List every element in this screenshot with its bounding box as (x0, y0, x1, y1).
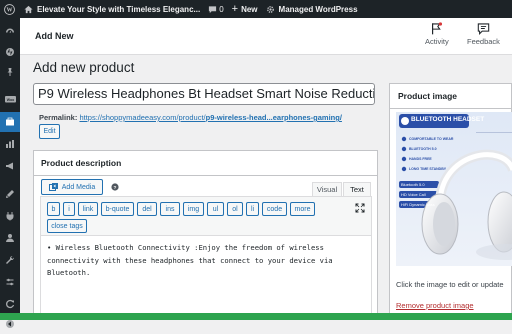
activity-button[interactable]: Activity (425, 22, 449, 46)
permalink-link[interactable]: https://shoppymadeeasy.com/product/p9-wi… (79, 113, 341, 122)
wordpress-logo-icon[interactable]: W (0, 0, 20, 18)
permalink-label: Permalink: (39, 113, 78, 122)
media-icon (48, 182, 58, 191)
svg-text:W: W (6, 7, 12, 13)
quicktag-li[interactable]: li (246, 202, 259, 216)
tab-visual[interactable]: Visual (312, 182, 342, 196)
feedback-icon (477, 23, 490, 35)
tools-icon[interactable] (0, 250, 20, 270)
product-image-hint: Click the image to edit or update (396, 280, 504, 289)
new-content-link[interactable]: + New (228, 0, 262, 18)
quicktag-del[interactable]: del (137, 202, 157, 216)
home-icon (24, 5, 33, 13)
dashboard-icon[interactable] (0, 22, 20, 42)
quicktag-ul[interactable]: ul (207, 202, 224, 216)
products-icon[interactable] (0, 112, 20, 132)
add-media-button[interactable]: Add Media (41, 179, 103, 195)
comments-link[interactable]: 0 (204, 0, 227, 18)
product-description-box: Product description Add Media ? Visual T… (33, 150, 378, 320)
image-title-text: BLUETOOTH HEADSET (411, 116, 485, 123)
gear-icon (266, 5, 274, 13)
svg-text:?: ? (114, 185, 117, 191)
plus-icon: + (231, 2, 239, 15)
pin-icon[interactable] (0, 62, 20, 82)
quicktag-b[interactable]: b (47, 202, 60, 216)
product-title-input[interactable]: P9 Wireless Headphones Bt Headset Smart … (33, 83, 375, 105)
sync-icon[interactable] (0, 294, 20, 314)
help-icon[interactable]: ? (111, 183, 119, 191)
flag-icon (432, 22, 443, 35)
jetpack-icon[interactable] (0, 42, 20, 62)
permalink-edit-button[interactable]: Edit (39, 124, 60, 139)
product-image-heading: Product image (390, 84, 511, 109)
permalink-slug: p9-wireless-head...earphones-gaming/ (205, 113, 342, 122)
site-name: Elevate Your Style with Timeless Eleganc… (37, 4, 201, 14)
page-title: Add new product (33, 60, 135, 75)
quicktag-code[interactable]: code (262, 202, 287, 216)
users-icon[interactable] (0, 228, 20, 248)
quicktags-toolbar: b i link b-quote del ins img ul ol li co… (40, 196, 372, 236)
image-tag-2: HD Voice Call (401, 192, 426, 197)
quicktag-b-quote[interactable]: b-quote (101, 202, 134, 216)
quicktag-more[interactable]: more (290, 202, 315, 216)
product-description-heading: Product description (34, 151, 377, 176)
bottom-status-strip (0, 313, 512, 320)
activity-label: Activity (425, 37, 449, 46)
tab-text[interactable]: Text (343, 182, 371, 196)
quicktag-img[interactable]: img (183, 202, 204, 216)
quicktag-link[interactable]: link (78, 202, 98, 216)
image-feature-2: BLUETOOTH 5.0 (409, 147, 437, 151)
new-label: New (241, 4, 258, 14)
plugins-icon[interactable] (0, 206, 20, 226)
settings-icon[interactable] (0, 272, 20, 292)
svg-text:Woo: Woo (6, 98, 14, 102)
header-title: Add New (35, 31, 74, 41)
fullscreen-icon[interactable] (355, 203, 365, 213)
header-bar: Add New Activity Feedback (20, 18, 512, 55)
remove-product-image-link[interactable]: Remove product image (396, 301, 474, 310)
admin-bar: W Elevate Your Style with Timeless Elega… (0, 0, 512, 18)
permalink-base: https://shoppymadeeasy.com/product/ (79, 113, 206, 122)
megaphone-icon[interactable] (0, 156, 20, 176)
quicktag-close-tags[interactable]: close tags (47, 219, 87, 233)
image-feature-3: HANDS FREE (409, 157, 432, 161)
product-image[interactable]: BLUETOOTH HEADSET COMFORTABLE TO WEAR BL… (396, 112, 512, 266)
quicktag-i[interactable]: i (63, 202, 75, 216)
permalink-row: Permalink: https://shoppymadeeasy.com/pr… (39, 113, 342, 122)
woocommerce-icon[interactable]: Woo (0, 90, 20, 110)
feedback-label: Feedback (467, 37, 500, 46)
managed-label: Managed WordPress (278, 4, 358, 14)
image-tag-3: HiFi Dynamic Bass (401, 202, 435, 207)
admin-menu: Woo (0, 18, 20, 328)
site-name-link[interactable]: Elevate Your Style with Timeless Eleganc… (20, 0, 204, 18)
comment-icon (209, 5, 217, 13)
product-image-box: Product image BLUETOOTH HEADSET COMFORTA… (389, 83, 512, 320)
analytics-icon[interactable] (0, 134, 20, 154)
quicktag-ins[interactable]: ins (160, 202, 180, 216)
image-feature-4: LONG TIME STANDBY (409, 167, 447, 171)
comments-count: 0 (219, 4, 224, 14)
managed-wordpress-link[interactable]: Managed WordPress (262, 0, 362, 18)
description-editor[interactable]: • Wireless Bluetooth Connectivity :Enjoy… (40, 236, 372, 320)
feedback-button[interactable]: Feedback (467, 22, 500, 46)
image-feature-1: COMFORTABLE TO WEAR (409, 137, 454, 141)
quicktag-ol[interactable]: ol (227, 202, 243, 216)
appearance-icon[interactable] (0, 184, 20, 204)
add-media-label: Add Media (61, 183, 96, 191)
image-tag-1: Bluetooth 5.0 (401, 182, 425, 187)
